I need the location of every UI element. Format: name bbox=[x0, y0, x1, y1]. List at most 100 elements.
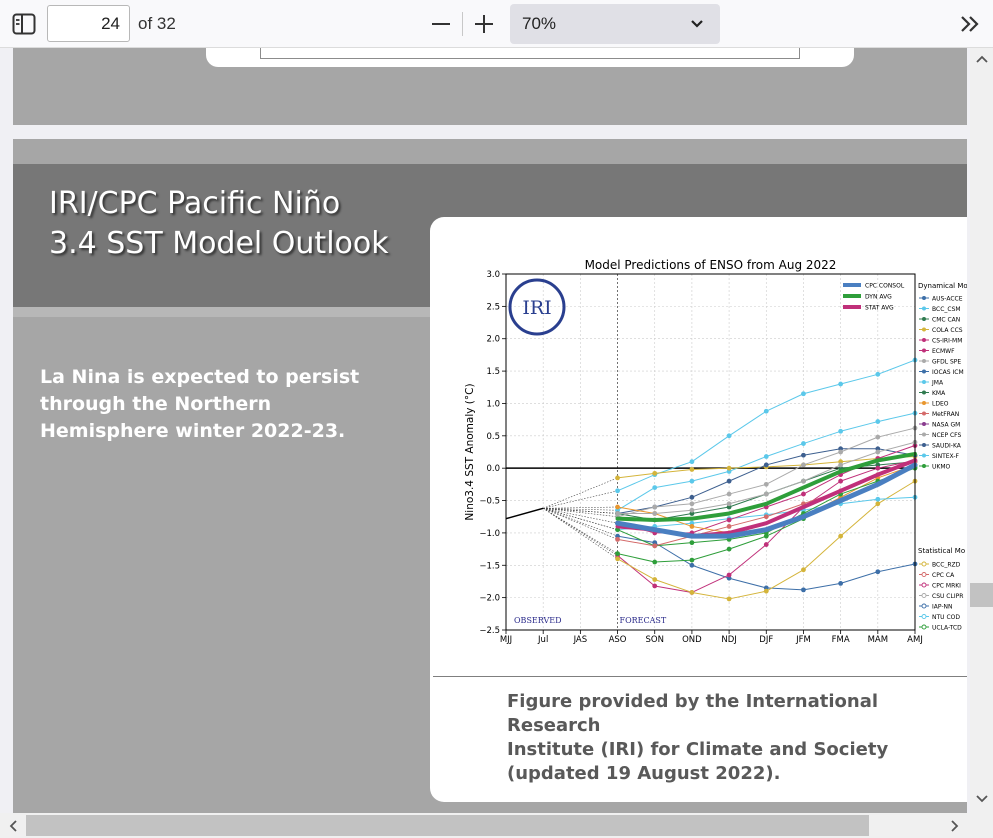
horizontal-scrollbar[interactable] bbox=[0, 813, 993, 838]
series-point bbox=[726, 596, 732, 602]
zoom-value: 70% bbox=[522, 14, 557, 33]
series-point bbox=[763, 462, 769, 468]
legend-label: MetFRAN bbox=[932, 411, 959, 418]
legend-label: CMC CAN bbox=[932, 316, 960, 323]
series-point bbox=[689, 562, 695, 568]
x-tick-label: MJJ bbox=[500, 635, 512, 645]
legend-label: CPC CA bbox=[932, 572, 955, 579]
scroll-up-icon[interactable] bbox=[976, 54, 988, 66]
series-point bbox=[652, 583, 658, 589]
series-point bbox=[801, 478, 806, 484]
legend-label: UKMO bbox=[932, 463, 951, 470]
legend-label: BCC_RZD bbox=[932, 561, 961, 568]
x-tick-label: MAM bbox=[868, 635, 888, 645]
vertical-scroll-thumb[interactable] bbox=[970, 583, 993, 607]
legend-marker bbox=[922, 369, 926, 374]
legend-label: BCC_CSM bbox=[932, 306, 961, 313]
series-point bbox=[689, 540, 695, 546]
legend-marker bbox=[921, 561, 927, 567]
legend-marker bbox=[922, 390, 926, 395]
series-point bbox=[875, 434, 881, 440]
caption-line2: Institute (IRI) for Climate and Society bbox=[507, 739, 889, 760]
slide-title: IRI/CPC Pacific Niño 3.4 SST Model Outlo… bbox=[49, 184, 429, 264]
series-point bbox=[726, 517, 732, 523]
legend-label: JMA bbox=[931, 379, 944, 386]
series-point bbox=[689, 494, 695, 500]
plot-frame bbox=[505, 273, 916, 631]
x-tick-label: AMJ bbox=[907, 635, 923, 645]
scroll-left-icon[interactable] bbox=[8, 820, 18, 834]
series-point bbox=[689, 524, 695, 529]
chart-axes: −2.5 −2.0 −1.5 −1.0 −0.5 0.0 0.5 1.0 1.5 2.0 2.5 3.… bbox=[464, 258, 923, 645]
x-tick-label: OND bbox=[682, 635, 702, 645]
series-point bbox=[875, 449, 881, 455]
legend-label: UCLA-TCD bbox=[932, 624, 962, 631]
scroll-right-icon[interactable] bbox=[950, 820, 960, 834]
series-point bbox=[615, 504, 620, 510]
x-tick-label: ASO bbox=[609, 635, 627, 645]
y-tick-label: 0.0 bbox=[486, 464, 500, 474]
series-point bbox=[615, 536, 620, 542]
legend-label: NASA GM bbox=[932, 421, 960, 428]
legend-marker bbox=[921, 603, 927, 609]
enso-chart: −2.5 −2.0 −1.5 −1.0 −0.5 0.0 0.5 1.0 1.5 2.0 2.5 3.… bbox=[464, 258, 967, 645]
previous-page bbox=[13, 48, 967, 125]
current-slide: IRI/CPC Pacific Niño 3.4 SST Model Outlo… bbox=[13, 139, 967, 829]
legend-marker bbox=[922, 411, 926, 416]
legend-label: LDEO bbox=[932, 400, 949, 407]
y-tick-label: 1.0 bbox=[486, 399, 500, 409]
document-viewer: IRI/CPC Pacific Niño 3.4 SST Model Outlo… bbox=[0, 48, 993, 838]
series-point bbox=[801, 452, 806, 458]
legend-marker bbox=[921, 593, 927, 598]
figure-panel: −2.5 −2.0 −1.5 −1.0 −0.5 0.0 0.5 1.0 1.5 2.0 2.5 3.… bbox=[430, 217, 967, 802]
vertical-scrollbar[interactable] bbox=[970, 48, 993, 813]
x-tick-label: NDJ bbox=[721, 635, 736, 645]
series-point bbox=[652, 470, 658, 476]
legend-marker bbox=[921, 572, 927, 577]
x-tick-label: JAS bbox=[573, 635, 588, 645]
legend-marker bbox=[922, 422, 926, 426]
slide-body-text: La Nina is expected to persist through t… bbox=[40, 366, 360, 442]
x-tick-label: SON bbox=[646, 635, 664, 645]
y-tick-label: 2.5 bbox=[486, 302, 500, 312]
legend-label: AUS-ACCE bbox=[932, 295, 963, 302]
y-tick-label: −2.5 bbox=[479, 626, 500, 636]
series-point bbox=[726, 572, 732, 578]
caption-line1: Figure provided by the International Res… bbox=[507, 691, 879, 736]
series-point bbox=[726, 478, 732, 484]
sidebar-toggle-icon[interactable] bbox=[11, 12, 37, 36]
legend-label: SINTEX-F bbox=[932, 453, 959, 460]
horizontal-scroll-thumb[interactable] bbox=[26, 815, 869, 836]
legend-marker bbox=[922, 401, 926, 405]
zoom-out-icon[interactable] bbox=[430, 13, 452, 35]
series-point bbox=[875, 496, 881, 502]
chart-title: Model Predictions of ENSO from Aug 2022 bbox=[585, 258, 837, 272]
series-point bbox=[838, 533, 844, 539]
forecast-label: FORECAST bbox=[620, 616, 667, 625]
y-tick-label: −1.0 bbox=[479, 529, 500, 539]
series-point bbox=[726, 433, 732, 439]
legend-label: KMA bbox=[932, 390, 946, 397]
series-point bbox=[801, 587, 806, 593]
scroll-down-icon[interactable] bbox=[976, 794, 988, 806]
series-point bbox=[801, 491, 806, 497]
legend-label: IAP-NN bbox=[932, 603, 953, 610]
legend-marker bbox=[921, 614, 927, 619]
legend-label: CS-IRI-MM bbox=[932, 337, 962, 344]
legend-marker bbox=[922, 348, 926, 353]
observed-line bbox=[505, 507, 544, 520]
series-point bbox=[838, 580, 844, 586]
legend-marker bbox=[922, 453, 926, 458]
series-point bbox=[801, 391, 806, 397]
zoom-select[interactable]: 70% bbox=[510, 4, 720, 44]
zoom-in-icon[interactable] bbox=[473, 13, 495, 35]
y-tick-label: −2.0 bbox=[479, 594, 500, 604]
series-point bbox=[652, 577, 658, 582]
y-tick-label: 3.0 bbox=[486, 270, 500, 280]
page-number-input[interactable]: 24 bbox=[47, 5, 130, 42]
x-tick-label: Jul bbox=[537, 635, 548, 645]
series-point bbox=[875, 569, 881, 575]
more-tools-icon[interactable] bbox=[957, 12, 983, 36]
series-point bbox=[726, 465, 732, 471]
series-point bbox=[763, 514, 769, 520]
